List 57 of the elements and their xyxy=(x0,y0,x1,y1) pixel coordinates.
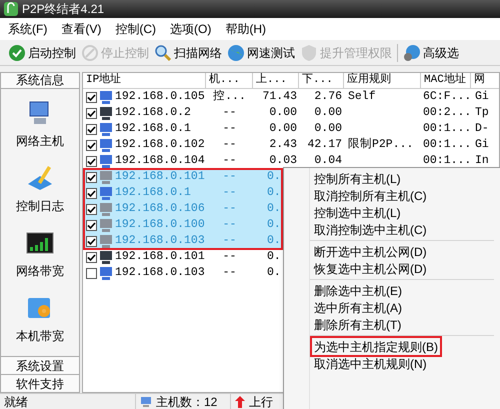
table-cell: 0.04 xyxy=(314,154,342,168)
table-cell: 0. xyxy=(267,266,281,280)
table-cell: 0. xyxy=(267,186,281,200)
table-cell: 00:2... xyxy=(423,106,472,120)
table-cell: -- xyxy=(222,202,236,216)
table-cell: -- xyxy=(222,122,236,136)
table-cell: 42.17 xyxy=(307,138,342,152)
table-cell: -- xyxy=(222,250,236,264)
table-cell: 00:1... xyxy=(423,154,472,168)
table-cell: 0. xyxy=(267,170,281,184)
table-cell-text: 192.168.0.2 xyxy=(115,105,191,122)
table-cell: Self xyxy=(348,90,376,104)
table-cell: -- xyxy=(222,234,236,248)
table-cell: -- xyxy=(222,186,236,200)
table-cell: 0.00 xyxy=(269,122,297,136)
table-cell-text: 192.168.0.1 xyxy=(115,121,191,138)
table-cell: 00:1... xyxy=(423,138,472,152)
table-cell: Gi xyxy=(475,90,489,104)
table-cell: In xyxy=(475,154,489,168)
table-cell: 限制P2P... xyxy=(348,138,414,152)
table-cell: 0. xyxy=(267,218,281,232)
table-cell: 6C:F... xyxy=(423,90,472,104)
host-count: 主机数：12 xyxy=(156,394,218,409)
table-cell: -- xyxy=(222,138,236,152)
table-cell-text: 192.168.0.103 xyxy=(115,265,205,282)
table-cell: -- xyxy=(222,266,236,280)
table-cell: -- xyxy=(222,106,236,120)
table-cell: Tp xyxy=(475,106,489,120)
table-cell-text: 192.168.0.102 xyxy=(115,137,205,154)
table-cell: 0. xyxy=(267,202,281,216)
table-cell: 71.43 xyxy=(262,90,297,104)
table-cell: -- xyxy=(222,170,236,184)
table-cell-text: 192.168.0.101 xyxy=(115,249,205,266)
table-cell: 0.03 xyxy=(269,154,297,168)
table-cell: -- xyxy=(222,218,236,232)
status-text: 就绪 xyxy=(3,394,29,409)
table-cell: 2.43 xyxy=(269,138,297,152)
table-cell: 0.00 xyxy=(314,122,342,136)
table-cell: -- xyxy=(222,154,236,168)
table-cell-text: 192.168.0.103 xyxy=(115,233,205,250)
table-cell-text: 192.168.0.1 xyxy=(115,185,191,202)
table-cell: 0.00 xyxy=(269,106,297,120)
table-cell: 0.00 xyxy=(314,106,342,120)
table-cell-text: 192.168.0.106 xyxy=(115,201,205,218)
table-cell-text: 192.168.0.105 xyxy=(115,89,205,106)
table-cell: 0. xyxy=(267,234,281,248)
table-cell: 控... xyxy=(213,90,246,104)
table-cell: 0. xyxy=(267,250,281,264)
table-cell: 2.76 xyxy=(314,90,342,104)
table-cell: Gi xyxy=(475,138,489,152)
table-cell: D- xyxy=(475,122,489,136)
window-title: P2P终结者4.21 xyxy=(22,1,104,18)
table-cell: 00:1... xyxy=(423,122,472,136)
table-cell-text: 192.168.0.101 xyxy=(115,169,205,186)
table-cell-text: 192.168.0.100 xyxy=(115,217,205,234)
table-cell-text: 192.168.0.104 xyxy=(115,153,205,170)
upload-speed: 上行 xyxy=(249,394,273,409)
